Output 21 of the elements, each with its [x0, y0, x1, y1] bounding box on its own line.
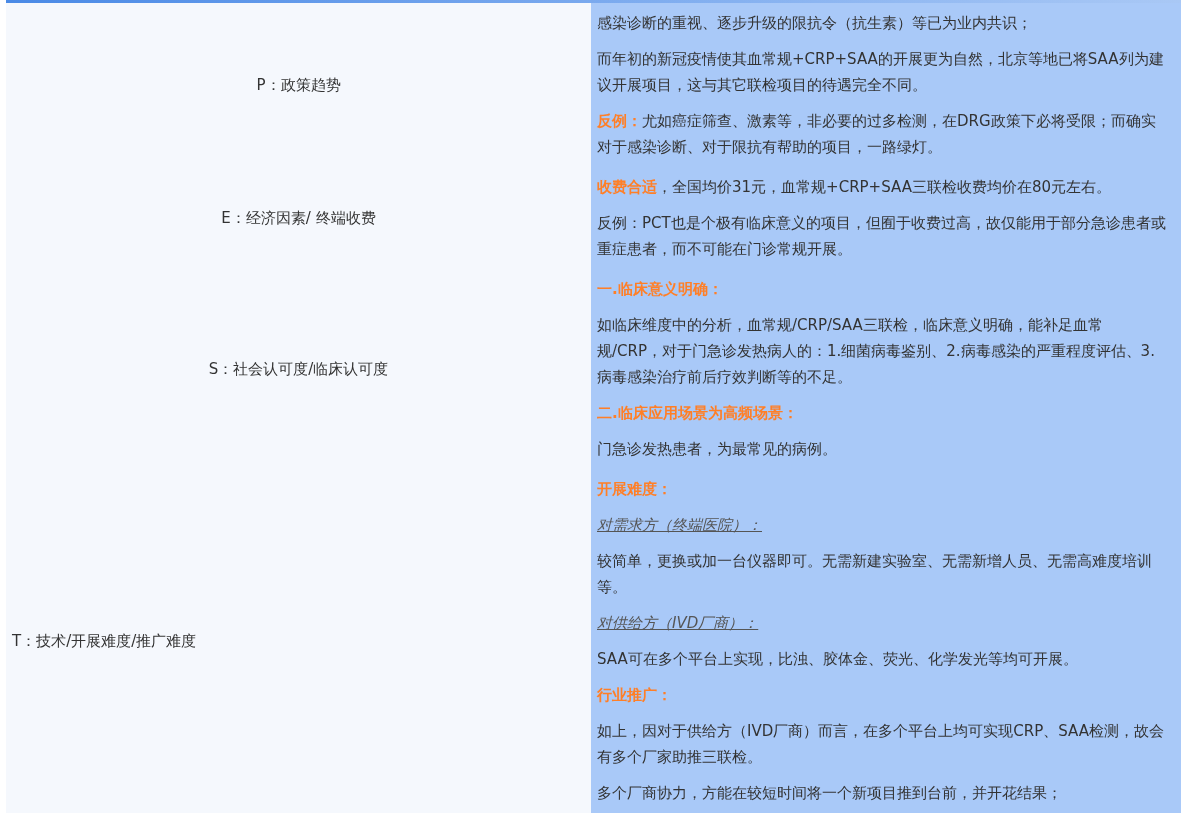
row-label: E：经济因素/ 终端收费 — [221, 208, 376, 229]
paragraph: 感染诊断的重视、逐步升级的限抗令（抗生素）等已为业内共识； — [597, 13, 1033, 34]
section-heading: 行业推广： — [597, 685, 673, 706]
section-heading: 一.临床意义明确： — [597, 279, 724, 300]
row-label: S：社会认可度/临床认可度 — [208, 359, 389, 380]
paragraph: 较简单，更换或加一台仪器即可。无需新建实验室、无需新增人员、无需高难度培训等。 — [597, 551, 1153, 598]
row-label: T：技术/开展难度/推广难度 — [12, 631, 197, 652]
section-heading: 二.临床应用场景为高频场景： — [597, 403, 799, 424]
paragraph: 收费合适，全国均价31元，血常规+CRP+SAA三联检收费均价在80元左右。 — [597, 177, 1112, 198]
row-label: P：政策趋势 — [256, 75, 341, 96]
paragraph: 多个厂商协力，方能在较短时间将一个新项目推到台前，并开花结果； — [597, 783, 1063, 804]
paragraph: 门急诊发热患者，为最常见的病例。 — [597, 439, 838, 460]
paragraph: 而年初的新冠疫情使其血常规+CRP+SAA的开展更为自然，北京等地已将SAA列为建议开展项目，这与其它联检项目的待遇完全不同。 — [597, 49, 1165, 96]
paragraph: SAA可在多个平台上实现，比浊、胶体金、荧光、化学发光等均可开展。 — [597, 649, 1079, 670]
paragraph: 反例：尤如癌症筛查、激素等，非必要的过多检测，在DRG政策下必将受限；而确实对于感染诊断、对于限抗有帮助的项目，一路绿灯。 — [597, 111, 1157, 158]
paragraph: 反例：PCT也是个极有临床意义的项目，但囿于收费过高，故仅能用于部分急诊患者或重症患者，而不可能在门诊常规开展。 — [597, 213, 1167, 260]
paragraph: 如临床维度中的分析，血常规/CRP/SAA三联检，临床意义明确，能补足血常规/CRP，对于门急诊发热病人的：1.细菌病毒鉴别、2.病毒感染的严重程度评估、3.病毒感染治疗前后疗效判断等的不足。 — [597, 315, 1156, 388]
italic-subheading: 对供给方（IVD厂商）： — [597, 613, 760, 634]
section-heading: 开展难度： — [597, 479, 673, 500]
italic-subheading: 对需求方（终端医院）： — [597, 515, 763, 536]
paragraph: 如上，因对于供给方（IVD厂商）而言，在多个平台上均可实现CRP、SAA检测，故会有多个厂家助推三联检。 — [597, 721, 1165, 768]
